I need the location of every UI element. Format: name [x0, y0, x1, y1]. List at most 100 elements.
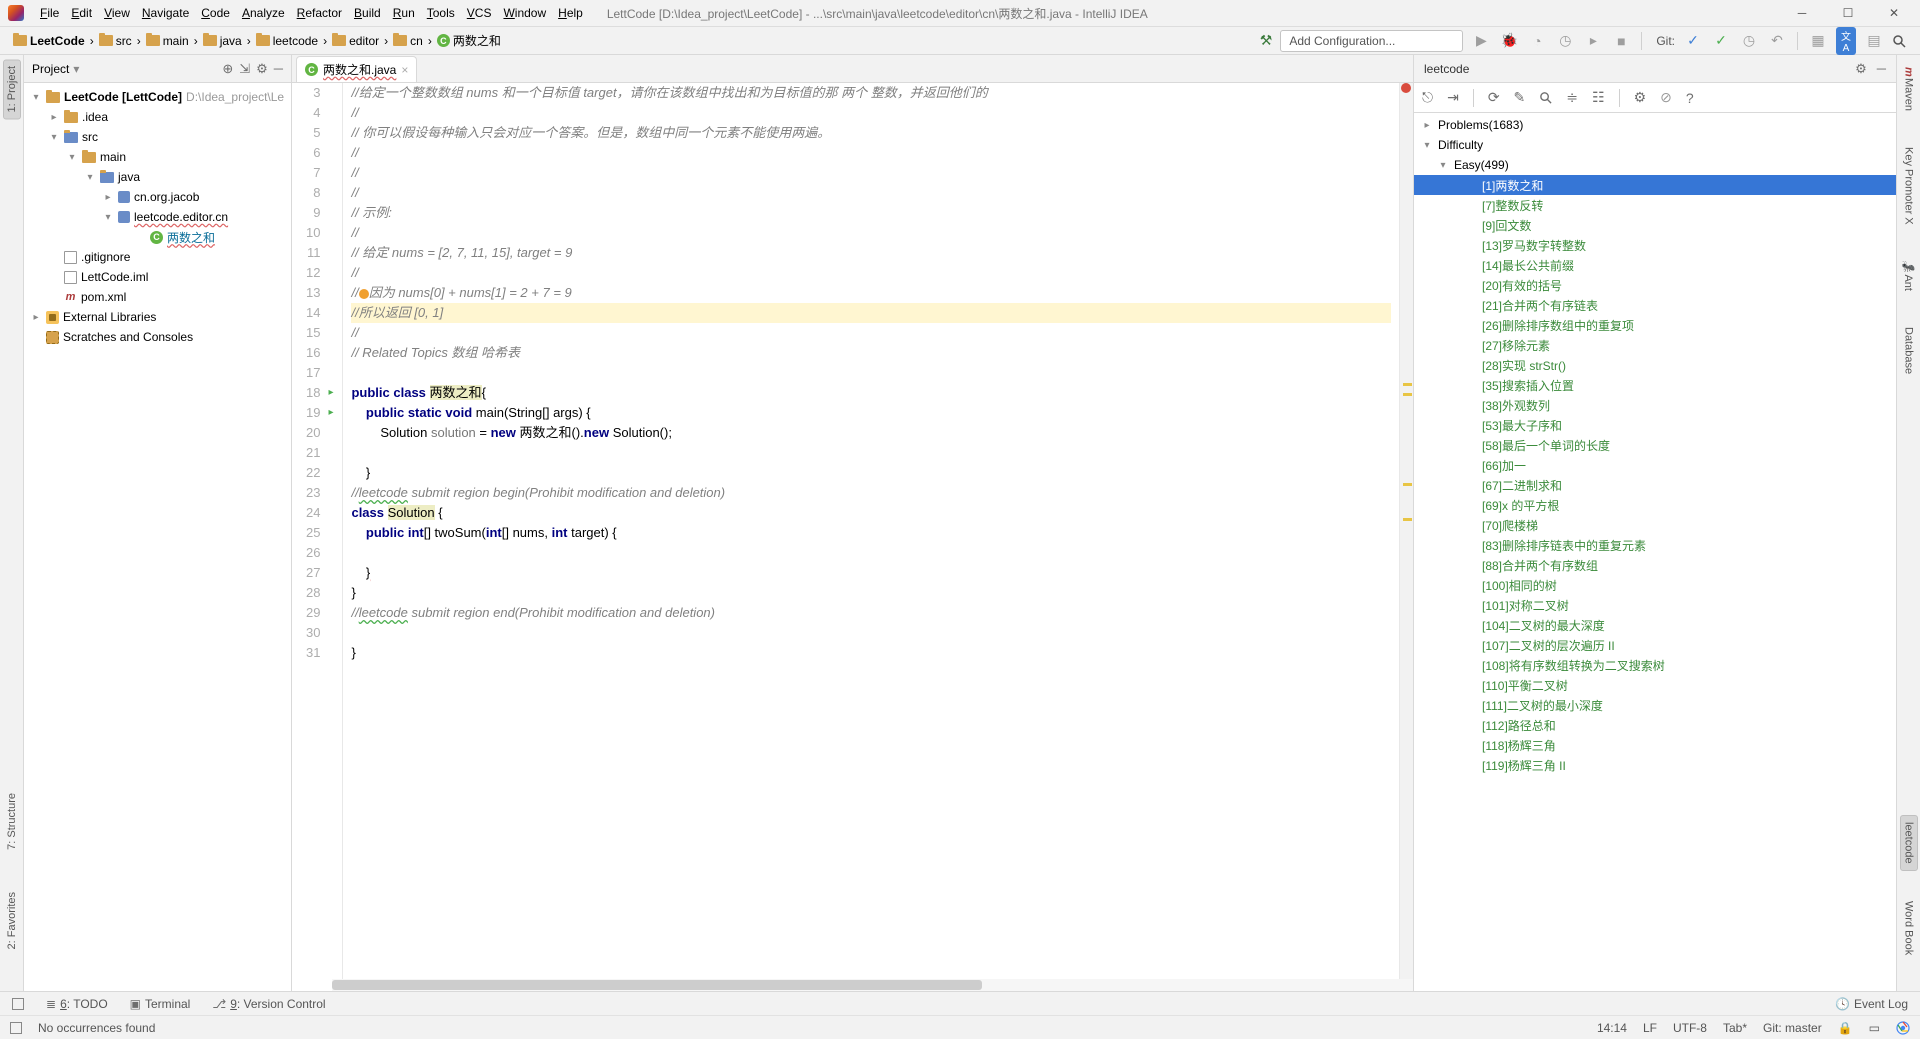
- problem-item[interactable]: [26]删除排序数组中的重复项: [1414, 315, 1896, 335]
- problem-item[interactable]: [13]罗马数字转整数: [1414, 235, 1896, 255]
- menu-vcs[interactable]: VCS: [461, 4, 498, 22]
- gitignore-file-node[interactable]: .gitignore: [24, 247, 291, 267]
- project-view-select[interactable]: Project ▾: [32, 62, 79, 76]
- search-everywhere-icon[interactable]: [1892, 34, 1912, 48]
- menu-refactor[interactable]: Refactor: [291, 4, 348, 22]
- easy-node[interactable]: ▾Easy(499): [1414, 155, 1896, 175]
- chrome-icon[interactable]: [1896, 1021, 1910, 1035]
- run-icon[interactable]: ▶: [1471, 32, 1491, 49]
- ide-status-icon[interactable]: [10, 1022, 22, 1034]
- problem-item[interactable]: [104]二叉树的最大深度: [1414, 615, 1896, 635]
- breadcrumb-item[interactable]: LeetCode: [8, 34, 90, 48]
- menu-window[interactable]: Window: [497, 4, 552, 22]
- code-body[interactable]: //给定一个整数数组 nums 和一个目标值 target，请你在该数组中找出和…: [343, 83, 1399, 991]
- error-indicator-icon[interactable]: [1401, 83, 1411, 93]
- external-libraries-node[interactable]: External Libraries: [24, 307, 291, 327]
- menu-view[interactable]: View: [98, 4, 136, 22]
- collapse-icon[interactable]: ≑: [1566, 89, 1578, 106]
- favorites-tool-tab[interactable]: 2: Favorites: [4, 886, 20, 955]
- package-node[interactable]: leetcode.editor.cn: [24, 207, 291, 227]
- menu-analyze[interactable]: Analyze: [236, 4, 291, 22]
- class-file-node[interactable]: C两数之和: [24, 227, 291, 247]
- keypromoter-tool-tab[interactable]: Key Promoter X: [1901, 141, 1917, 231]
- tool-window-quick-access-icon[interactable]: [12, 998, 24, 1010]
- breadcrumb-item[interactable]: C两数之和: [432, 32, 506, 49]
- scratches-node[interactable]: Scratches and Consoles: [24, 327, 291, 347]
- vcs-history-icon[interactable]: ◷: [1739, 32, 1759, 49]
- problems-node[interactable]: ▸Problems(1683): [1414, 115, 1896, 135]
- event-log-button[interactable]: 🕓Event Log: [1835, 997, 1908, 1011]
- problem-item[interactable]: [101]对称二叉树: [1414, 595, 1896, 615]
- problem-item[interactable]: [1]两数之和: [1414, 175, 1896, 195]
- problem-item[interactable]: [110]平衡二叉树: [1414, 675, 1896, 695]
- find-icon[interactable]: [1539, 91, 1552, 104]
- problem-item[interactable]: [7]整数反转: [1414, 195, 1896, 215]
- todo-tool-tab[interactable]: ≣6: TODO: [46, 997, 108, 1011]
- main-folder-node[interactable]: main: [24, 147, 291, 167]
- pom-file-node[interactable]: mpom.xml: [24, 287, 291, 307]
- run-configuration-select[interactable]: [1280, 30, 1463, 52]
- close-tab-icon[interactable]: ×: [401, 63, 408, 77]
- problem-item[interactable]: [58]最后一个单词的长度: [1414, 435, 1896, 455]
- hide-icon[interactable]: ─: [274, 61, 283, 76]
- problem-item[interactable]: [118]杨辉三角: [1414, 735, 1896, 755]
- translate-icon[interactable]: 文A: [1836, 27, 1856, 55]
- breadcrumb-item[interactable]: editor: [327, 34, 384, 48]
- iml-file-node[interactable]: LettCode.iml: [24, 267, 291, 287]
- lock-icon[interactable]: 🔒: [1838, 1021, 1853, 1035]
- line-separator[interactable]: LF: [1643, 1021, 1657, 1035]
- problem-item[interactable]: [88]合并两个有序数组: [1414, 555, 1896, 575]
- menu-tools[interactable]: Tools: [421, 4, 461, 22]
- clear-icon[interactable]: ⊘: [1660, 89, 1672, 106]
- expand-all-icon[interactable]: ⇲: [239, 61, 250, 77]
- code-editor[interactable]: 3456789101112131415161718192021222324252…: [292, 83, 1413, 991]
- settings-icon[interactable]: ⚙: [1634, 89, 1647, 106]
- build-icon[interactable]: ⚒: [1260, 32, 1273, 49]
- ide-settings-icon[interactable]: ▤: [1864, 32, 1884, 49]
- problem-item[interactable]: [38]外观数列: [1414, 395, 1896, 415]
- hide-icon[interactable]: ─: [1877, 61, 1886, 76]
- terminal-tool-tab[interactable]: ▣Terminal: [130, 997, 191, 1011]
- vcs-tool-tab[interactable]: ⎇9: Version Control: [212, 997, 325, 1011]
- menu-navigate[interactable]: Navigate: [136, 4, 195, 22]
- file-encoding[interactable]: UTF-8: [1673, 1021, 1707, 1035]
- problem-item[interactable]: [112]路径总和: [1414, 715, 1896, 735]
- problem-item[interactable]: [14]最长公共前缀: [1414, 255, 1896, 275]
- problem-item[interactable]: [27]移除元素: [1414, 335, 1896, 355]
- structure-tool-tab[interactable]: 7: Structure: [4, 787, 20, 856]
- problem-item[interactable]: [35]搜索插入位置: [1414, 375, 1896, 395]
- problem-item[interactable]: [21]合并两个有序链表: [1414, 295, 1896, 315]
- breadcrumb-item[interactable]: cn: [388, 34, 428, 48]
- vcs-rollback-icon[interactable]: ↶: [1767, 32, 1787, 49]
- menu-edit[interactable]: Edit: [65, 4, 98, 22]
- code-with-me-icon[interactable]: ▦: [1808, 32, 1828, 49]
- ant-tool-tab[interactable]: 🐜Ant: [1900, 255, 1917, 297]
- vcs-update-icon[interactable]: ✓: [1683, 32, 1703, 49]
- editor-horizontal-scrollbar[interactable]: [332, 979, 1413, 991]
- pick-icon[interactable]: ✎: [1514, 89, 1526, 106]
- breadcrumb-item[interactable]: leetcode: [251, 34, 323, 48]
- window-minimize-button[interactable]: ─: [1788, 4, 1816, 22]
- problem-item[interactable]: [100]相同的树: [1414, 575, 1896, 595]
- git-branch[interactable]: Git: master: [1763, 1021, 1822, 1035]
- menu-run[interactable]: Run: [387, 4, 421, 22]
- breadcrumb-item[interactable]: java: [198, 34, 247, 48]
- problem-item[interactable]: [9]回文数: [1414, 215, 1896, 235]
- project-tree[interactable]: LeetCode [LettCode] D:\Idea_project\Le .…: [24, 83, 291, 991]
- wordbook-tool-tab[interactable]: Word Book: [1901, 895, 1917, 961]
- editor-tab[interactable]: C 两数之和.java ×: [296, 56, 417, 82]
- caret-position[interactable]: 14:14: [1597, 1021, 1627, 1035]
- attach-icon[interactable]: ▸: [1583, 32, 1603, 49]
- help-icon[interactable]: ?: [1686, 90, 1694, 106]
- login-icon[interactable]: ⎋: [1422, 89, 1433, 106]
- error-stripe[interactable]: [1399, 83, 1413, 991]
- menu-help[interactable]: Help: [552, 4, 589, 22]
- problem-item[interactable]: [70]爬楼梯: [1414, 515, 1896, 535]
- menu-code[interactable]: Code: [195, 4, 236, 22]
- problem-item[interactable]: [28]实现 strStr(): [1414, 355, 1896, 375]
- package-node[interactable]: cn.org.jacob: [24, 187, 291, 207]
- problem-item[interactable]: [66]加一: [1414, 455, 1896, 475]
- project-tool-tab[interactable]: 1: Project: [3, 59, 21, 119]
- problem-item[interactable]: [83]删除排序链表中的重复元素: [1414, 535, 1896, 555]
- problem-item[interactable]: [53]最大子序和: [1414, 415, 1896, 435]
